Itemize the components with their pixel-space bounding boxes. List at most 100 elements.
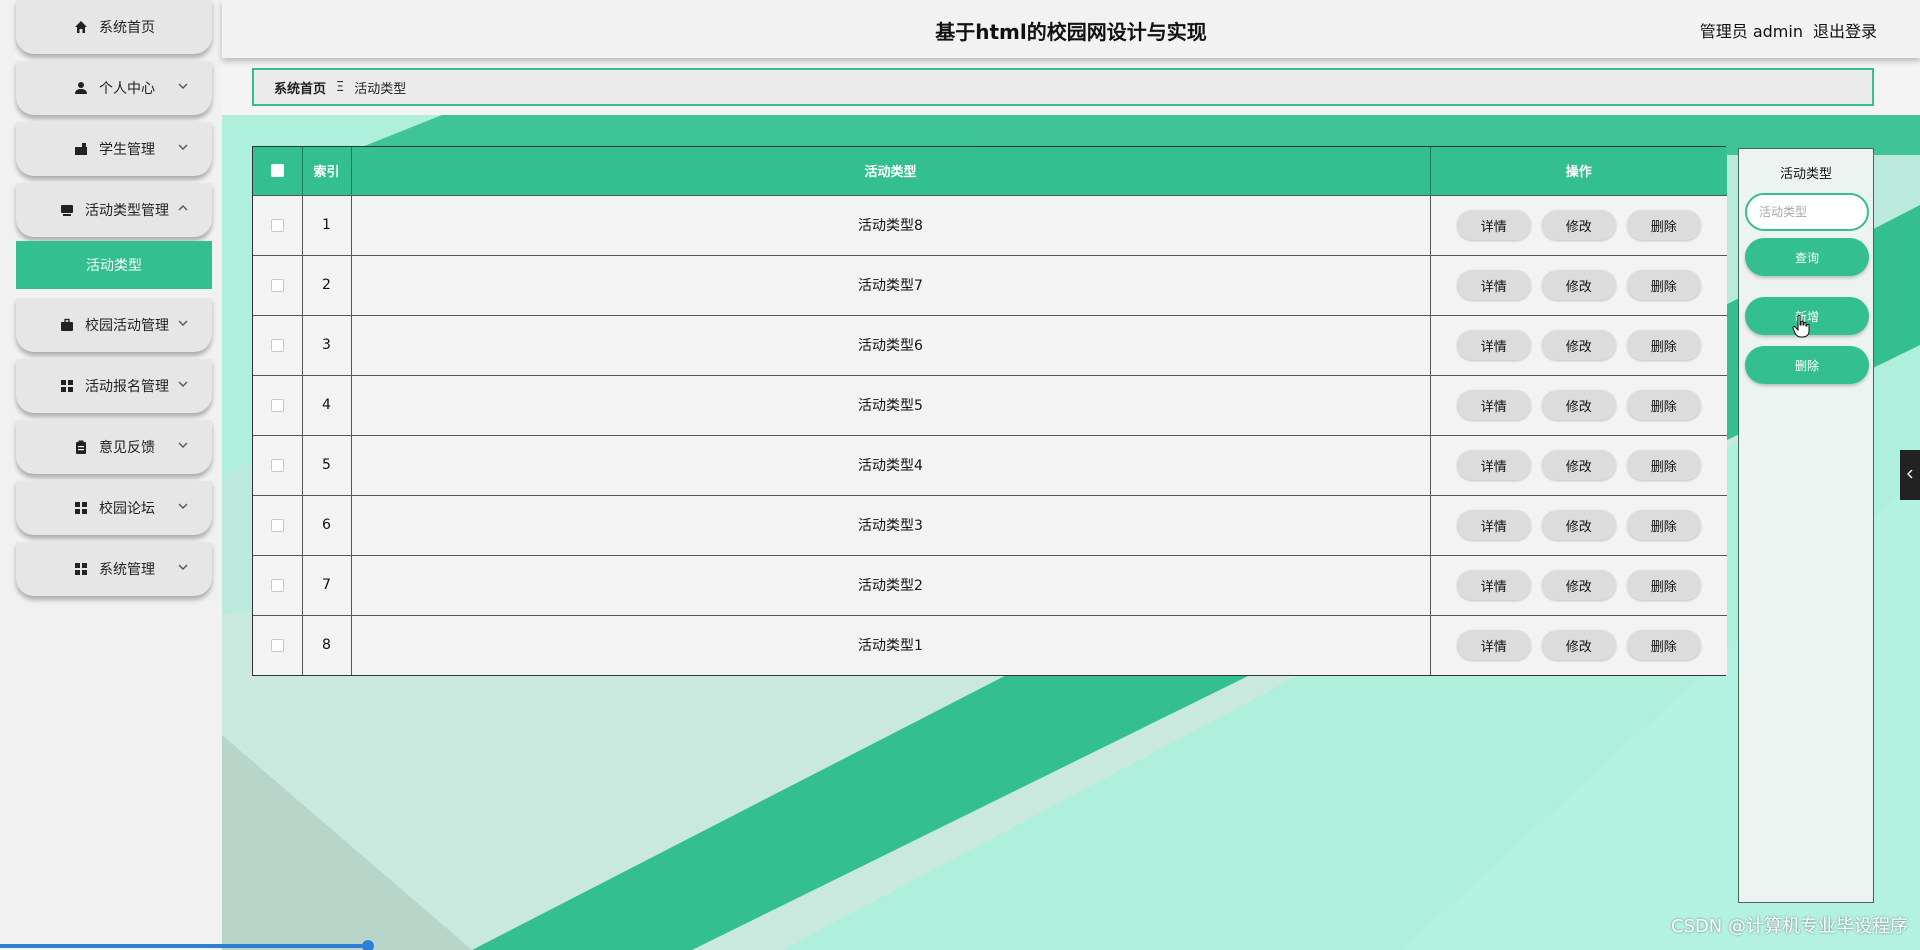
row-activity-type: 活动类型7 [351, 254, 1431, 315]
chevron-down-icon [176, 79, 192, 95]
row-checkbox[interactable] [270, 218, 284, 232]
chevron-down-icon [176, 377, 192, 393]
edit-button[interactable]: 修改 [1541, 570, 1616, 600]
table-row: 6 活动类型3 详情 修改 删除 [253, 494, 1727, 555]
select-all-checkbox[interactable] [270, 164, 284, 178]
table-row: 4 活动类型5 详情 修改 删除 [253, 374, 1727, 435]
sidebar-item-feedback[interactable]: 意见反馈 [16, 420, 212, 474]
breadcrumb-home[interactable]: 系统首页 [274, 78, 326, 97]
row-select-cell [253, 254, 303, 315]
detail-button[interactable]: 详情 [1456, 330, 1531, 360]
row-select-cell [253, 314, 303, 375]
sidebar-item-campus-activity-management[interactable]: 校园活动管理 [16, 298, 212, 352]
row-checkbox[interactable] [270, 398, 284, 412]
row-activity-type: 活动类型3 [351, 494, 1431, 555]
delete-button[interactable]: 删除 [1626, 570, 1701, 600]
edit-button[interactable]: 修改 [1541, 450, 1616, 480]
query-button[interactable]: 查询 [1745, 238, 1869, 276]
breadcrumb-current: 活动类型 [354, 81, 407, 97]
batch-delete-button[interactable]: 删除 [1745, 346, 1869, 384]
edit-button[interactable]: 修改 [1541, 270, 1616, 300]
page-progress-bar [0, 944, 368, 948]
sidebar-item-forum[interactable]: 校园论坛 [16, 481, 212, 535]
detail-button[interactable]: 详情 [1456, 630, 1531, 661]
student-icon [73, 141, 89, 157]
row-checkbox[interactable] [270, 518, 284, 532]
detail-button[interactable]: 详情 [1456, 390, 1531, 420]
delete-button[interactable]: 删除 [1626, 450, 1701, 480]
sidebar-item-activity-type-management[interactable]: 活动类型管理 [16, 183, 212, 237]
edit-button[interactable]: 修改 [1541, 390, 1616, 420]
table-row: 3 活动类型6 详情 修改 删除 [253, 314, 1727, 375]
breadcrumb-separator: Ξ [336, 79, 345, 95]
row-activity-type: 活动类型8 [351, 194, 1431, 255]
delete-button[interactable]: 删除 [1626, 390, 1701, 420]
activity-type-table: 索引 活动类型 操作 1 活动类型8 详情 修改 删除 2 活动类型7 详情 修改 删除 3 活动类型… [252, 146, 1727, 676]
row-actions: 详情 修改 删除 [1430, 314, 1727, 375]
table-row: 2 活动类型7 详情 修改 删除 [253, 254, 1727, 315]
table-header-row: 索引 活动类型 操作 [253, 147, 1727, 195]
row-checkbox[interactable] [270, 638, 284, 652]
row-actions: 详情 修改 删除 [1430, 374, 1727, 435]
page-progress-handle[interactable] [362, 940, 374, 950]
select-all-cell [253, 147, 303, 195]
row-checkbox[interactable] [270, 338, 284, 352]
briefcase-icon [59, 317, 75, 333]
activity-type-search-input[interactable] [1745, 193, 1869, 231]
search-panel: 活动类型 查询 新增 删除 [1738, 148, 1874, 903]
delete-button[interactable]: 删除 [1626, 330, 1701, 360]
row-select-cell [253, 194, 303, 255]
user-info: 管理员 admin 退出登录 [1700, 18, 1877, 42]
detail-button[interactable]: 详情 [1456, 210, 1531, 240]
edit-button[interactable]: 修改 [1541, 510, 1616, 540]
sidebar-item-profile[interactable]: 个人中心 [16, 61, 212, 115]
chevron-left-icon [1905, 467, 1915, 483]
detail-button[interactable]: 详情 [1456, 450, 1531, 480]
edit-button[interactable]: 修改 [1541, 330, 1616, 360]
sidebar-subitem-activity-type[interactable]: 活动类型 [16, 241, 212, 289]
column-header-type: 活动类型 [351, 147, 1431, 195]
chevron-down-icon [176, 140, 192, 156]
delete-button[interactable]: 删除 [1626, 510, 1701, 540]
column-header-actions: 操作 [1565, 165, 1592, 181]
collapse-panel-toggle[interactable] [1900, 450, 1920, 500]
detail-button[interactable]: 详情 [1456, 270, 1531, 300]
row-checkbox[interactable] [270, 278, 284, 292]
table-row: 1 活动类型8 详情 修改 删除 [253, 194, 1727, 255]
sidebar-item-label: 活动类型管理 [85, 203, 169, 219]
clipboard-icon [73, 439, 89, 455]
row-activity-type: 活动类型6 [351, 314, 1431, 375]
sidebar-item-home[interactable]: 系统首页 [16, 0, 212, 54]
detail-button[interactable]: 详情 [1456, 510, 1531, 540]
row-actions: 详情 修改 删除 [1430, 494, 1727, 555]
sidebar-item-registration-management[interactable]: 活动报名管理 [16, 359, 212, 413]
detail-button[interactable]: 详情 [1456, 570, 1531, 600]
row-checkbox[interactable] [270, 578, 284, 592]
row-index: 4 [302, 374, 352, 435]
delete-button[interactable]: 删除 [1626, 210, 1701, 240]
delete-button[interactable]: 删除 [1626, 630, 1701, 661]
row-actions: 详情 修改 删除 [1430, 254, 1727, 315]
logout-link[interactable]: 退出登录 [1813, 18, 1877, 42]
row-checkbox[interactable] [270, 458, 284, 472]
edit-button[interactable]: 修改 [1541, 210, 1616, 240]
sidebar-item-students[interactable]: 学生管理 [16, 122, 212, 176]
watermark: CSDN @计算机专业毕设程序 [1670, 916, 1908, 937]
user-label: 管理员 admin [1699, 22, 1803, 41]
row-select-cell [253, 614, 303, 675]
edit-button[interactable]: 修改 [1541, 630, 1616, 661]
row-index: 7 [302, 554, 352, 615]
table-row: 5 活动类型4 详情 修改 删除 [253, 434, 1727, 495]
sidebar-item-label: 活动报名管理 [85, 379, 169, 395]
row-actions: 详情 修改 删除 [1430, 614, 1727, 675]
grid-icon [73, 500, 89, 516]
table-row: 7 活动类型2 详情 修改 删除 [253, 554, 1727, 615]
search-panel-title: 活动类型 [1779, 167, 1832, 182]
hand-cursor-icon [1792, 314, 1810, 342]
row-activity-type: 活动类型4 [351, 434, 1431, 495]
sidebar-item-system-management[interactable]: 系统管理 [16, 542, 212, 596]
sidebar-item-label: 校园论坛 [99, 501, 155, 517]
sidebar-item-label: 系统管理 [99, 562, 155, 578]
sidebar-item-label: 校园活动管理 [85, 318, 169, 334]
delete-button[interactable]: 删除 [1626, 270, 1701, 300]
